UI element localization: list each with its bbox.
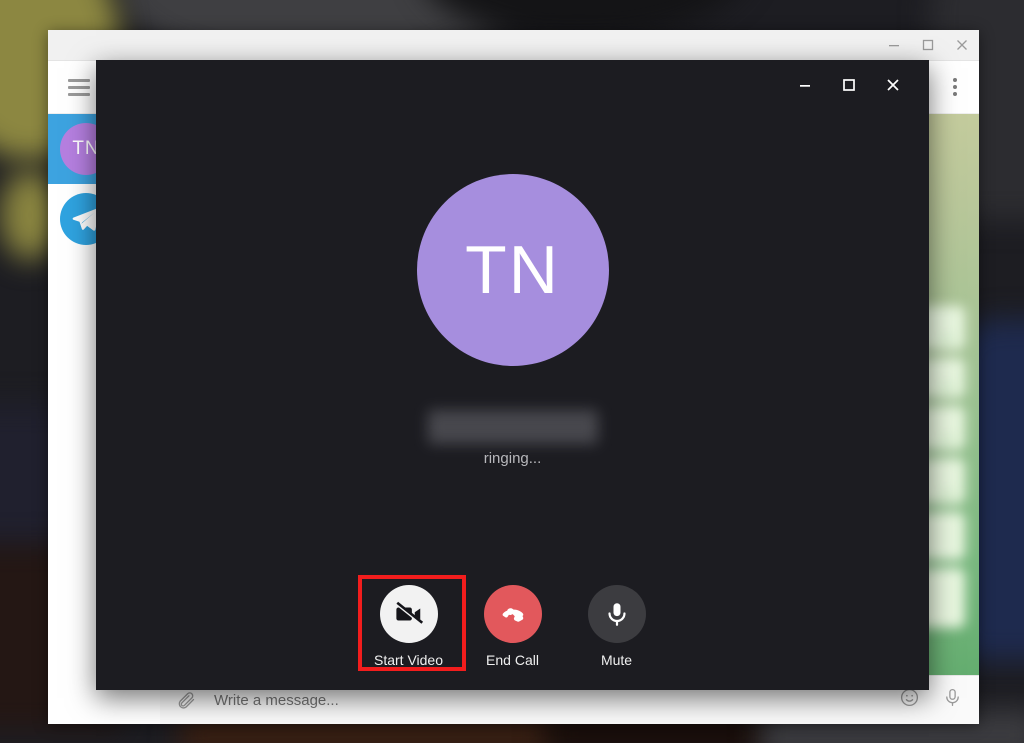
microphone-icon[interactable] — [942, 687, 963, 713]
call-stage: TN ringing... Start Video End Call Mute — [96, 110, 929, 690]
call-status-text: ringing... — [483, 450, 542, 467]
composer-trailing-icons — [899, 687, 963, 713]
video-off-icon — [379, 585, 438, 643]
call-avatar-initials: TN — [465, 232, 560, 308]
start-video-label: Start Video — [373, 652, 443, 668]
message-input[interactable] — [212, 690, 899, 710]
end-call-button[interactable]: End Call — [474, 585, 552, 668]
call-maximize-button[interactable] — [829, 68, 869, 102]
hamburger-menu-icon[interactable] — [68, 78, 90, 96]
microphone-icon — [587, 585, 646, 643]
browser-titlebar — [48, 30, 979, 61]
browser-maximize-button[interactable] — [911, 31, 945, 59]
end-call-label: End Call — [486, 652, 539, 668]
call-avatar: TN — [416, 174, 609, 366]
kebab-menu-icon[interactable] — [945, 78, 965, 96]
screen: TN ✓✓ ✓✓ ✓✓ ✓✓ Write a message... TN rin… — [0, 0, 1024, 743]
call-contact-name-blurred — [427, 410, 598, 444]
read-receipt-icon: ✓✓ — [938, 488, 957, 500]
mute-button[interactable]: Mute — [578, 585, 656, 668]
phone-hangup-icon — [483, 585, 542, 643]
call-close-button[interactable] — [873, 68, 913, 102]
read-receipt-icon: ✓✓ — [938, 334, 957, 346]
read-receipt-icon: ✓✓ — [938, 434, 957, 446]
call-dialog-titlebar — [96, 60, 929, 110]
browser-close-button[interactable] — [945, 31, 979, 59]
paperclip-icon[interactable] — [176, 690, 196, 710]
start-video-button[interactable]: Start Video — [357, 575, 466, 671]
call-controls: Start Video End Call Mute — [96, 575, 929, 671]
call-minimize-button[interactable] — [785, 68, 825, 102]
mute-label: Mute — [600, 652, 633, 668]
call-dialog: TN ringing... Start Video End Call Mute — [96, 60, 929, 690]
smiley-icon[interactable] — [899, 687, 920, 713]
browser-minimize-button[interactable] — [877, 31, 911, 59]
read-receipt-icon: ✓✓ — [938, 382, 957, 394]
